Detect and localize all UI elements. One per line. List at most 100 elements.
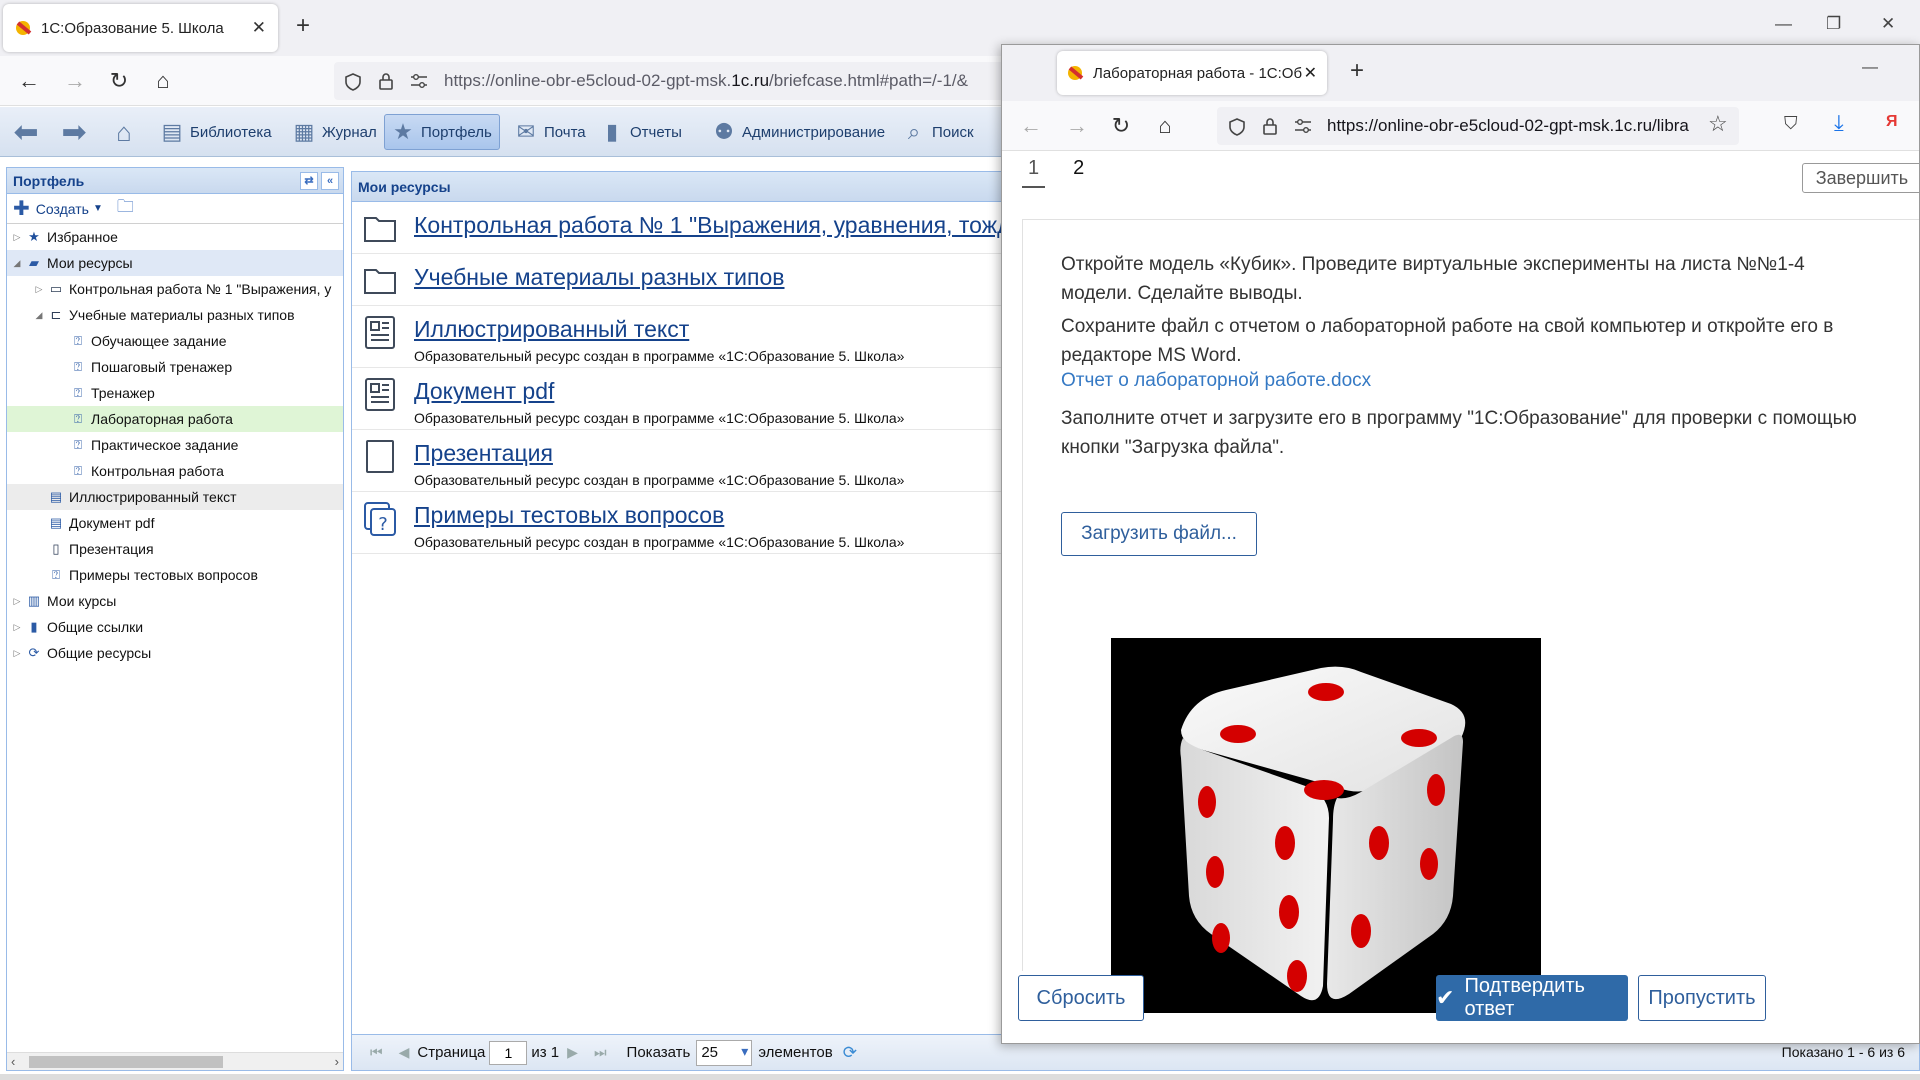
collapse-panel-icon[interactable]: « bbox=[321, 172, 339, 190]
shield-icon[interactable] bbox=[343, 72, 363, 92]
restore-icon[interactable]: ❐ bbox=[1826, 14, 1841, 34]
confirm-answer-button[interactable]: ✔ Подтвердить ответ bbox=[1436, 975, 1628, 1021]
toolbar-mail[interactable]: ✉ Почта bbox=[508, 114, 592, 150]
first-page-icon[interactable]: ⏮ bbox=[370, 1044, 383, 1061]
tree-node[interactable]: ⍰ Контрольная работа bbox=[7, 458, 343, 484]
minimize-icon[interactable]: — bbox=[1775, 14, 1792, 34]
forward-icon[interactable]: → bbox=[1060, 109, 1094, 143]
site-settings-icon[interactable] bbox=[409, 73, 429, 89]
confirm-answer-label: Подтвердить ответ bbox=[1464, 975, 1585, 1020]
tree-node[interactable]: ⍰ Лабораторная работа bbox=[7, 406, 343, 432]
toolbar-reports[interactable]: ▮ Отчеты bbox=[594, 114, 688, 150]
shield-icon[interactable] bbox=[1227, 117, 1247, 137]
lock-icon[interactable] bbox=[1261, 116, 1279, 136]
reload-icon[interactable]: ↻ bbox=[1104, 109, 1138, 143]
tree-node[interactable]: ▷ ★ Избранное bbox=[7, 224, 343, 250]
create-button[interactable]: Создать bbox=[36, 201, 89, 217]
home-icon[interactable]: ⌂ bbox=[1148, 109, 1182, 143]
page-icon: ▯ bbox=[52, 541, 60, 556]
reload-icon[interactable]: ↻ bbox=[102, 64, 136, 98]
question-icon: ⍰ bbox=[74, 437, 82, 452]
reset-button[interactable]: Сбросить bbox=[1018, 975, 1144, 1021]
new-tab-icon[interactable]: + bbox=[296, 12, 310, 40]
tree-node[interactable]: ▯ Презентация bbox=[7, 536, 343, 562]
last-page-icon[interactable]: ⏭ bbox=[594, 1044, 607, 1061]
chevron-down-icon[interactable]: ▼ bbox=[93, 203, 103, 214]
tree-node[interactable]: ⍰ Тренажер bbox=[7, 380, 343, 406]
back-icon[interactable]: ← bbox=[12, 64, 46, 98]
tree-node[interactable]: ⍰ Практическое задание bbox=[7, 432, 343, 458]
yandex-icon[interactable]: Я bbox=[1886, 113, 1898, 131]
next-page-icon[interactable]: ▶ bbox=[567, 1044, 578, 1061]
toolbar-back-icon[interactable]: ⬅ bbox=[8, 114, 50, 150]
close-tab-icon[interactable]: ✕ bbox=[1304, 63, 1317, 83]
per-page-select[interactable]: 25 bbox=[696, 1039, 753, 1066]
tree-node[interactable]: ▤ Иллюстрированный текст bbox=[7, 484, 343, 510]
expand-arrow-icon[interactable]: ▷ bbox=[33, 284, 45, 295]
expand-arrow-icon[interactable]: ▷ bbox=[11, 648, 23, 659]
page-input[interactable] bbox=[489, 1040, 528, 1065]
tree-node-label: Избранное bbox=[47, 229, 118, 245]
tree-node[interactable]: ▷ ⟳ Общие ресурсы bbox=[7, 640, 343, 666]
resource-link[interactable]: Иллюстрированный текст bbox=[414, 316, 689, 343]
toolbar-portfolio[interactable]: ★ Портфель bbox=[384, 114, 500, 150]
toolbar-forward-icon[interactable]: ➡ bbox=[56, 114, 98, 150]
refresh-icon[interactable]: ⇄ bbox=[300, 172, 318, 190]
tree-node[interactable]: ▷ ▮ Общие ссылки bbox=[7, 614, 343, 640]
toolbar-journal[interactable]: ▦ Журнал bbox=[286, 114, 383, 150]
tree-node[interactable]: ⍰ Пошаговый тренажер bbox=[7, 354, 343, 380]
tree-node[interactable]: ◢ ⊏ Учебные материалы разных типов bbox=[7, 302, 343, 328]
tree-node[interactable]: ⍰ Обучающее задание bbox=[7, 328, 343, 354]
report-file-link[interactable]: Отчет о лабораторной работе.docx bbox=[1061, 370, 1371, 392]
upload-file-button[interactable]: Загрузить файл... bbox=[1061, 512, 1257, 556]
step-1-tab[interactable]: 1 bbox=[1022, 157, 1046, 188]
tree-node[interactable]: ▷ ▥ Мои курсы bbox=[7, 588, 343, 614]
toolbar-search-label: Поиск bbox=[932, 123, 974, 141]
folder-icon[interactable]: 🗀 bbox=[117, 194, 134, 223]
minimize-icon[interactable]: — bbox=[1862, 59, 1878, 77]
back-icon[interactable]: ← bbox=[1014, 109, 1048, 143]
expand-arrow-icon[interactable]: ▷ bbox=[11, 232, 23, 243]
expand-arrow-icon[interactable]: ◢ bbox=[33, 310, 45, 321]
download-icon[interactable]: ⤓ bbox=[1834, 110, 1844, 136]
prev-page-icon[interactable]: ◀ bbox=[399, 1044, 410, 1061]
toolbar-admin[interactable]: ⚉ Администрирование bbox=[706, 114, 891, 150]
finish-button[interactable]: Завершить bbox=[1802, 163, 1919, 193]
horizontal-scrollbar[interactable]: ‹ › bbox=[7, 1052, 343, 1070]
expand-arrow-icon[interactable]: ▷ bbox=[11, 596, 23, 607]
skip-button[interactable]: Пропустить bbox=[1638, 975, 1766, 1021]
forward-icon[interactable]: → bbox=[58, 64, 92, 98]
toolbar-search[interactable]: ⌕ Поиск bbox=[896, 114, 980, 150]
resource-link[interactable]: Учебные материалы разных типов bbox=[414, 264, 785, 291]
popup-tab[interactable]: Лабораторная работа - 1С:Об ✕ bbox=[1057, 51, 1327, 95]
refresh-list-icon[interactable]: ⟳ bbox=[843, 1043, 857, 1063]
expand-arrow-icon[interactable]: ◢ bbox=[11, 258, 23, 269]
resource-description: Образовательный ресурс создан в программ… bbox=[414, 534, 905, 550]
home-icon[interactable]: ⌂ bbox=[146, 64, 180, 98]
resource-link[interactable]: Контрольная работа № 1 "Выражения, уравн… bbox=[414, 212, 1023, 239]
resource-link[interactable]: Презентация bbox=[414, 440, 553, 467]
browser-tab[interactable]: 1С:Образование 5. Школа ✕ bbox=[3, 4, 278, 52]
checkmark-icon: ✔ bbox=[1436, 985, 1455, 1010]
tree-node[interactable]: ▤ Документ pdf bbox=[7, 510, 343, 536]
tree-node[interactable]: ▷ ▭ Контрольная работа № 1 "Выражения, у bbox=[7, 276, 343, 302]
expand-arrow-icon[interactable]: ▷ bbox=[11, 622, 23, 633]
site-settings-icon[interactable] bbox=[1293, 118, 1313, 134]
tree-node-label: Практическое задание bbox=[91, 437, 239, 453]
lock-icon[interactable] bbox=[377, 71, 395, 91]
close-tab-icon[interactable]: ✕ bbox=[252, 18, 266, 38]
new-tab-icon[interactable]: + bbox=[1350, 57, 1364, 85]
task-paragraph-2: Сохраните файл с отчетом о лабораторной … bbox=[1061, 316, 1834, 366]
tree-node[interactable]: ⍰ Примеры тестовых вопросов bbox=[7, 562, 343, 588]
close-window-icon[interactable]: ✕ bbox=[1881, 14, 1895, 34]
toolbar-home-icon[interactable]: ⌂ bbox=[106, 114, 148, 150]
dice-model-image bbox=[1111, 638, 1541, 1013]
resource-link[interactable]: Примеры тестовых вопросов bbox=[414, 502, 724, 529]
pocket-icon[interactable]: ⛉ bbox=[1784, 113, 1798, 134]
tree-node[interactable]: ◢ ▰ Мои ресурсы bbox=[7, 250, 343, 276]
address-bar[interactable]: https://online-obr-e5cloud-02-gpt-msk. 1c… bbox=[334, 62, 1014, 100]
resource-link[interactable]: Документ pdf bbox=[414, 378, 554, 405]
toolbar-library[interactable]: ▤ Библиотека bbox=[154, 114, 278, 150]
step-2-tab[interactable]: 2 bbox=[1071, 157, 1086, 188]
bookmark-star-icon[interactable]: ☆ bbox=[1708, 111, 1728, 137]
